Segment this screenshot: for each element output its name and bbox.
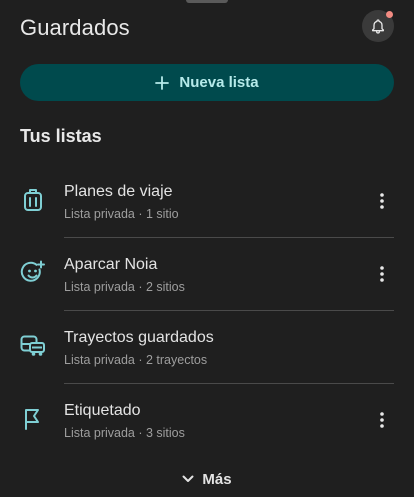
more-options-button[interactable] <box>370 408 394 432</box>
section-title: Tus listas <box>20 126 102 146</box>
new-list-label: Nueva lista <box>179 74 259 91</box>
more-options-button[interactable] <box>370 262 394 286</box>
notifications-button[interactable] <box>362 10 394 42</box>
list-item-etiquetado[interactable]: Etiquetado Lista privada · 3 sitios <box>0 384 414 457</box>
list-item-subtitle: Lista privada · 2 sitios <box>64 280 185 294</box>
chevron-down-icon <box>182 475 194 483</box>
page-title: Guardados <box>20 15 130 40</box>
notification-dot <box>386 11 393 18</box>
new-list-button[interactable]: Nueva lista <box>20 64 394 101</box>
list-item-subtitle: Lista privada · 1 sitio <box>64 207 179 221</box>
list-item-subtitle: Lista privada · 2 trayectos <box>64 353 208 367</box>
list-item-subtitle: Lista privada · 3 sitios <box>64 426 185 440</box>
header: Guardados <box>0 0 414 56</box>
show-more-button[interactable]: Más <box>0 468 414 490</box>
plus-icon <box>155 75 170 90</box>
suitcase-icon <box>20 187 46 213</box>
list-item-title: Etiquetado <box>64 402 141 419</box>
list-item-title: Aparcar Noia <box>64 256 158 273</box>
emoji-add-icon <box>20 260 46 286</box>
list-item-trayectos-guardados[interactable]: Trayectos guardados Lista privada · 2 tr… <box>0 311 414 384</box>
transit-icon <box>20 333 46 359</box>
list-item-aparcar-noia[interactable]: Aparcar Noia Lista privada · 2 sitios <box>0 238 414 311</box>
list-item-title: Planes de viaje <box>64 183 173 200</box>
more-options-button[interactable] <box>370 189 394 213</box>
flag-icon <box>20 406 46 432</box>
show-more-label: Más <box>202 470 232 488</box>
list-item-title: Trayectos guardados <box>64 329 214 346</box>
bell-icon <box>370 18 386 34</box>
list-item-planes-de-viaje[interactable]: Planes de viaje Lista privada · 1 sitio <box>0 165 414 238</box>
saved-lists: Planes de viaje Lista privada · 1 sitio … <box>0 165 414 457</box>
